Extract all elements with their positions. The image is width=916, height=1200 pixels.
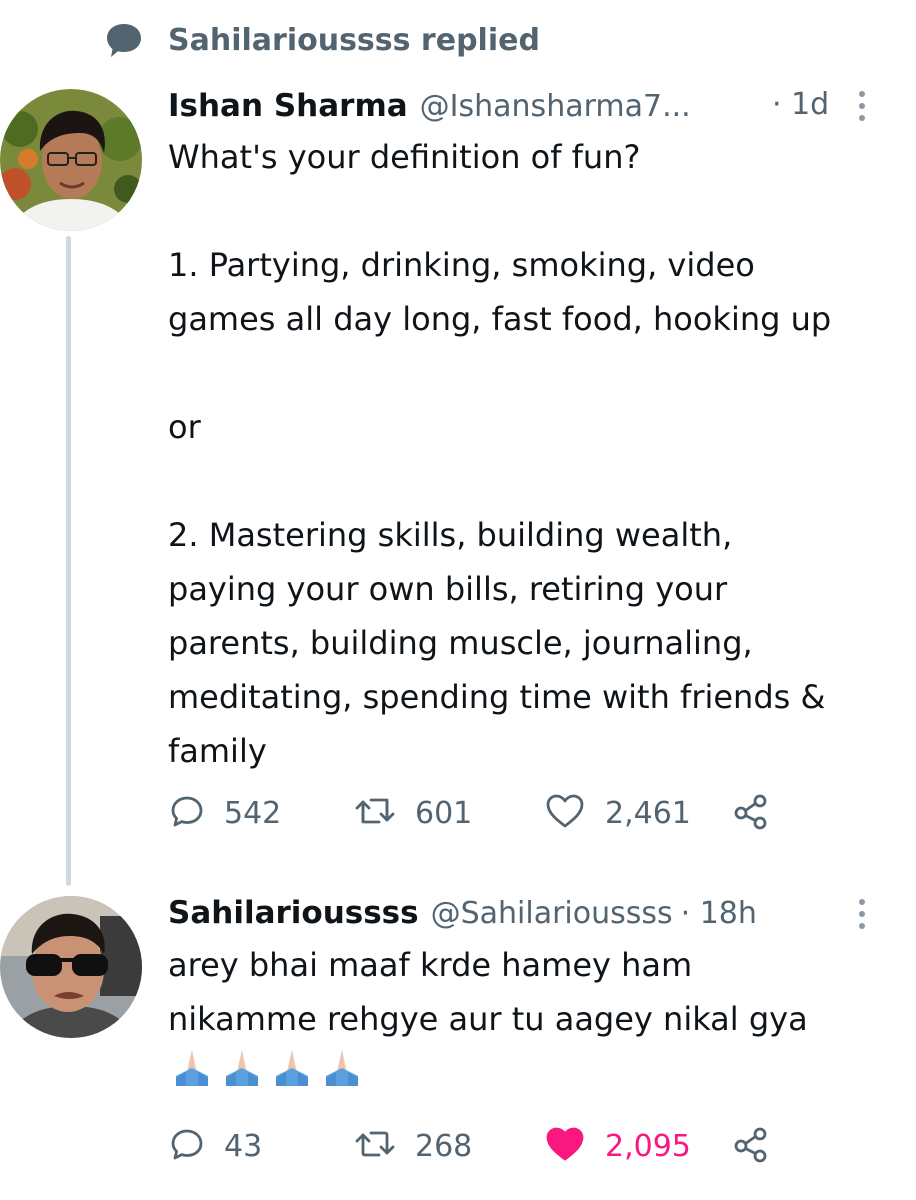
like-button[interactable]: 2,461	[545, 791, 691, 835]
avatar[interactable]	[0, 89, 142, 231]
retweet-count: 601	[415, 795, 473, 831]
tweet-actions: 43 268 2,095	[170, 1124, 790, 1168]
tweet-text: What's your definition of fun? 1. Partyi…	[168, 138, 832, 770]
author-handle[interactable]: @Ishansharma7...	[420, 89, 691, 124]
tweet-timestamp[interactable]: · 1d	[772, 87, 829, 122]
tweet-actions: 542 601 2,461	[170, 791, 790, 835]
tweet-header: Ishan Sharma @Ishansharma7... · 1d	[168, 83, 829, 129]
author-name[interactable]: Sahilarioussss	[168, 895, 419, 931]
like-count: 2,461	[605, 795, 691, 831]
tweet-text: arey bhai maaf krde hamey ham nikamme re…	[168, 946, 808, 1038]
like-count: 2,095	[605, 1128, 691, 1164]
retweet-button[interactable]: 601	[355, 791, 472, 835]
share-button[interactable]	[732, 791, 770, 835]
avatar[interactable]	[0, 896, 142, 1038]
share-icon	[732, 792, 770, 834]
retweet-button[interactable]: 268	[355, 1124, 472, 1168]
author-name[interactable]: Ishan Sharma	[168, 88, 408, 124]
share-button[interactable]	[732, 1124, 770, 1168]
thread-connector-line	[66, 236, 71, 886]
share-icon	[732, 1125, 770, 1167]
heart-outline-icon	[545, 793, 585, 833]
folded-hands-emoji-row	[168, 1046, 364, 1090]
speech-bubble-icon	[104, 20, 144, 60]
retweet-icon	[355, 1127, 395, 1165]
reply-context[interactable]: Sahilarioussss replied	[104, 18, 540, 62]
heart-filled-icon	[545, 1126, 585, 1166]
tweet-timestamp[interactable]: · 18h	[681, 896, 757, 931]
reply-button[interactable]: 43	[170, 1124, 262, 1168]
tweet-header: Sahilarioussss @Sahilarioussss · 18h	[168, 890, 757, 936]
like-button[interactable]: 2,095	[545, 1124, 691, 1168]
reply-icon	[170, 1127, 204, 1165]
retweet-icon	[355, 794, 395, 832]
reply-icon	[170, 794, 204, 832]
reply-count: 542	[224, 795, 282, 831]
author-handle[interactable]: @Sahilarioussss	[431, 896, 673, 931]
reply-count: 43	[224, 1128, 263, 1164]
reply-context-label: Sahilarioussss replied	[168, 22, 540, 58]
retweet-count: 268	[415, 1128, 473, 1164]
more-options-icon[interactable]	[852, 84, 872, 128]
reply-button[interactable]: 542	[170, 791, 281, 835]
notification-page: Sahilarioussss replied Ishan Sharma @Ish…	[0, 0, 916, 1200]
more-options-icon[interactable]	[852, 892, 872, 936]
